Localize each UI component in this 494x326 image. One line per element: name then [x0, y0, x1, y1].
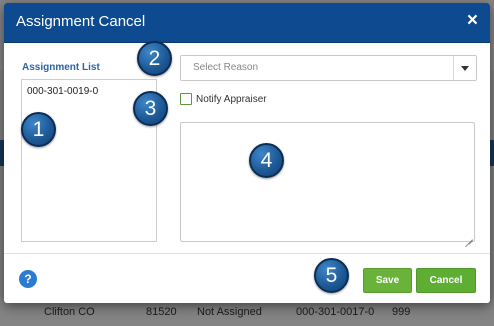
footer-divider	[4, 253, 490, 254]
help-icon[interactable]: ?	[19, 270, 37, 288]
resize-grip-icon[interactable]	[465, 232, 473, 240]
callout-4: 4	[249, 143, 284, 178]
notes-textarea[interactable]	[180, 122, 475, 242]
chevron-down-icon[interactable]	[453, 56, 476, 80]
callout-2: 2	[137, 41, 172, 76]
notify-appraiser-checkbox[interactable]	[180, 93, 192, 105]
callout-5: 5	[314, 258, 349, 293]
notify-appraiser-label[interactable]: Notify Appraiser	[196, 94, 267, 105]
reason-select-placeholder: Select Reason	[193, 62, 259, 73]
cancel-button[interactable]: Cancel	[416, 268, 476, 293]
dialog-title: Assignment Cancel	[16, 13, 146, 30]
close-icon[interactable]: ×	[467, 10, 478, 32]
save-button[interactable]: Save	[363, 268, 412, 293]
assignment-cancel-dialog: Assignment Cancel × Assignment List 000-…	[4, 3, 490, 303]
assignment-list-label: Assignment List	[22, 62, 100, 73]
callout-3: 3	[133, 91, 168, 126]
dialog-header: Assignment Cancel ×	[4, 3, 490, 43]
callout-1: 1	[21, 112, 56, 147]
list-item[interactable]: 000-301-0019-0	[27, 86, 98, 97]
reason-select[interactable]: Select Reason	[180, 55, 477, 81]
